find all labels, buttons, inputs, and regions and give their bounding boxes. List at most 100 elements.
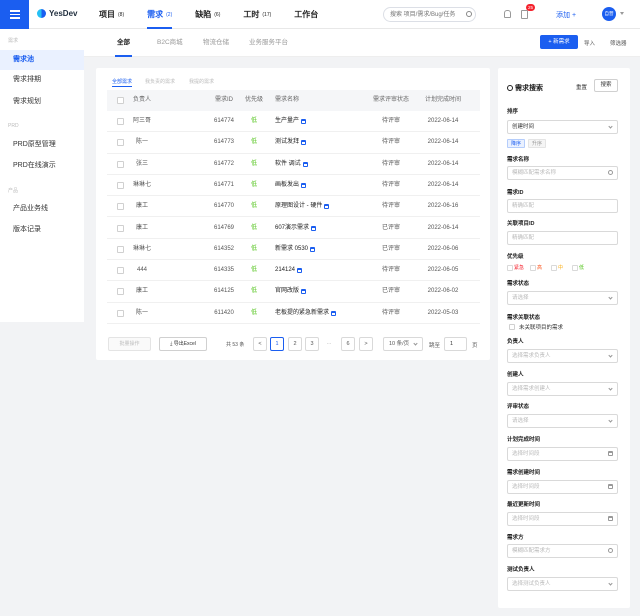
filter-id-input[interactable]: 精确匹配 — [507, 199, 618, 213]
table-row[interactable]: 康工 614769 低 607演示需求 已评审 2022-06-14 — [107, 218, 480, 239]
view-tab-mine[interactable]: 我负责的需求 — [145, 78, 175, 85]
unlinked-checkbox-row[interactable]: 未关联项目的需求 — [509, 323, 563, 331]
search-icon[interactable] — [466, 11, 472, 17]
calendar-icon[interactable] — [310, 246, 316, 252]
nav-projects[interactable]: 项目 (8) — [99, 0, 124, 29]
view-tab-created[interactable]: 我提的需求 — [189, 78, 214, 85]
filter-sort-select[interactable]: 创建时间 — [507, 120, 618, 134]
next-page-button[interactable]: > — [359, 337, 373, 351]
sort-desc-chip[interactable]: 降序 — [507, 139, 526, 148]
row-checkbox[interactable] — [117, 245, 124, 253]
sidebar-item-versions[interactable]: 版本记录 — [0, 220, 84, 240]
row-checkbox[interactable] — [117, 181, 124, 189]
name-cell[interactable]: 画板发出 — [275, 175, 307, 196]
batch-action-button[interactable]: 批量操作 — [108, 337, 151, 351]
name-cell[interactable]: 生产量产 — [275, 111, 307, 132]
calendar-icon[interactable] — [301, 289, 307, 295]
requirement-name[interactable]: 软件 调试 — [275, 154, 301, 175]
calendar-icon[interactable] — [311, 225, 317, 231]
filter-creator-select[interactable]: 选择需求创建人 — [507, 382, 618, 396]
tab-service-platform[interactable]: 业务服务平台 — [249, 29, 288, 57]
calendar-icon[interactable] — [297, 268, 303, 274]
checkbox-box[interactable] — [507, 264, 513, 271]
checkbox-box[interactable] — [572, 264, 578, 271]
checkbox-box[interactable] — [551, 264, 557, 271]
global-search-input[interactable] — [383, 7, 476, 22]
filter-update-date-input[interactable]: 选择时间段 — [507, 512, 618, 526]
tab-logistics[interactable]: 物流仓储 — [203, 29, 229, 57]
page-button[interactable]: 3 — [305, 337, 319, 351]
name-cell[interactable]: 607演示需求 — [275, 218, 317, 239]
calendar-icon[interactable] — [302, 161, 308, 167]
page-button[interactable]: 2 — [288, 337, 302, 351]
calendar-icon[interactable] — [331, 310, 337, 316]
page-button[interactable]: 6 — [341, 337, 355, 351]
name-cell[interactable]: 官网改版 — [275, 281, 307, 302]
requirement-name[interactable]: 原理图设计 - 硬件 — [275, 196, 322, 217]
logo[interactable]: YesDev — [37, 9, 77, 18]
notification-doc-icon[interactable] — [521, 10, 528, 19]
name-cell[interactable]: 原理图设计 - 硬件 — [275, 196, 330, 217]
prev-page-button[interactable]: < — [253, 337, 267, 351]
row-checkbox[interactable] — [117, 160, 124, 168]
requirement-name[interactable]: 新需求 0530 — [275, 239, 308, 260]
row-checkbox[interactable] — [117, 267, 124, 275]
name-cell[interactable]: 214124 — [275, 260, 303, 281]
requirement-name[interactable]: 214124 — [275, 260, 295, 281]
filter-name-input[interactable]: 模糊匹配需求名称 — [507, 166, 618, 180]
new-requirement-button[interactable]: + 新需求 — [540, 35, 578, 49]
tab-b2c[interactable]: B2C商城 — [157, 29, 183, 57]
filter-owner-select[interactable]: 选择需求负责人 — [507, 349, 618, 363]
reset-button[interactable]: 重置 — [576, 83, 587, 91]
calendar-icon[interactable] — [301, 182, 307, 188]
add-button[interactable]: 添加 + — [556, 10, 576, 20]
table-row[interactable]: 阿三哥 614774 低 生产量产 待评审 2022-06-14 — [107, 111, 480, 133]
priority-checkbox[interactable]: 高 — [530, 264, 542, 271]
table-row[interactable]: 陈一 614773 低 测试发拜 待评审 2022-06-14 — [107, 132, 480, 154]
filter-project-id-input[interactable]: 精确匹配 — [507, 231, 618, 245]
filter-plan-date-input[interactable]: 选择时间段 — [507, 447, 618, 461]
priority-checkbox[interactable]: 低 — [572, 264, 584, 271]
nav-bugs[interactable]: 缺陷 (6) — [195, 0, 220, 29]
sidebar-item-prd-prototype[interactable]: PRD原型管理 — [0, 135, 84, 155]
priority-checkbox[interactable]: 紧急 — [507, 264, 524, 271]
row-checkbox[interactable] — [117, 309, 124, 317]
row-checkbox[interactable] — [117, 224, 124, 232]
chevron-down-icon[interactable] — [620, 12, 624, 15]
row-checkbox[interactable] — [117, 118, 124, 125]
select-all-checkbox[interactable] — [117, 97, 124, 104]
export-excel-button[interactable]: ⤓ 导出Excel — [159, 337, 207, 351]
import-button[interactable]: 导入 — [584, 39, 595, 47]
requirement-name[interactable]: 生产量产 — [275, 111, 299, 132]
sidebar-item-planning[interactable]: 需求规划 — [0, 92, 84, 112]
table-row[interactable]: 陈一 611420 低 老板提的紧急新需求 待评审 2022-05-03 — [107, 303, 480, 324]
requirement-name[interactable]: 607演示需求 — [275, 218, 309, 239]
table-row[interactable]: 444 614335 低 214124 待评审 2022-06-05 — [107, 260, 480, 282]
calendar-icon[interactable] — [301, 140, 307, 146]
nav-requirements[interactable]: 需求 (2) — [147, 0, 173, 29]
sidebar-item-prd-demo[interactable]: PRD在线演示 — [0, 156, 84, 176]
search-button[interactable]: 搜索 — [594, 79, 618, 92]
row-checkbox[interactable] — [117, 203, 124, 211]
nav-workbench[interactable]: 工作台 — [294, 0, 318, 29]
sidebar-item-schedule[interactable]: 需求排期 — [0, 70, 84, 90]
nav-worktime[interactable]: 工时 (17) — [243, 0, 271, 29]
name-cell[interactable]: 老板提的紧急新需求 — [275, 303, 337, 324]
jump-page-input[interactable]: 1 — [444, 337, 467, 351]
filter-button[interactable]: 筛选器 — [610, 39, 627, 47]
page-button[interactable]: 1 — [270, 337, 284, 351]
table-row[interactable]: 张三 614772 低 软件 调试 待评审 2022-06-14 — [107, 154, 480, 175]
tab-all[interactable]: 全部 — [115, 29, 132, 57]
table-row[interactable]: 琳琳七 614352 低 新需求 0530 已评审 2022-06-06 — [107, 239, 480, 261]
unlinked-checkbox[interactable] — [509, 324, 515, 330]
menu-icon[interactable] — [0, 0, 29, 29]
requirement-name[interactable]: 官网改版 — [275, 281, 299, 302]
sidebar-item-product-line[interactable]: 产品业务线 — [0, 199, 84, 219]
table-row[interactable]: 康工 614770 低 原理图设计 - 硬件 待评审 2022-06-16 — [107, 196, 480, 218]
table-row[interactable]: 康工 614125 低 官网改版 已评审 2022-06-02 — [107, 281, 480, 303]
filter-tester-select[interactable]: 选择测试负责人 — [507, 577, 618, 591]
bell-icon[interactable] — [504, 10, 511, 18]
requirement-name[interactable]: 测试发拜 — [275, 132, 299, 153]
row-checkbox[interactable] — [117, 288, 124, 296]
filter-status-select[interactable]: 请选择 — [507, 291, 618, 305]
